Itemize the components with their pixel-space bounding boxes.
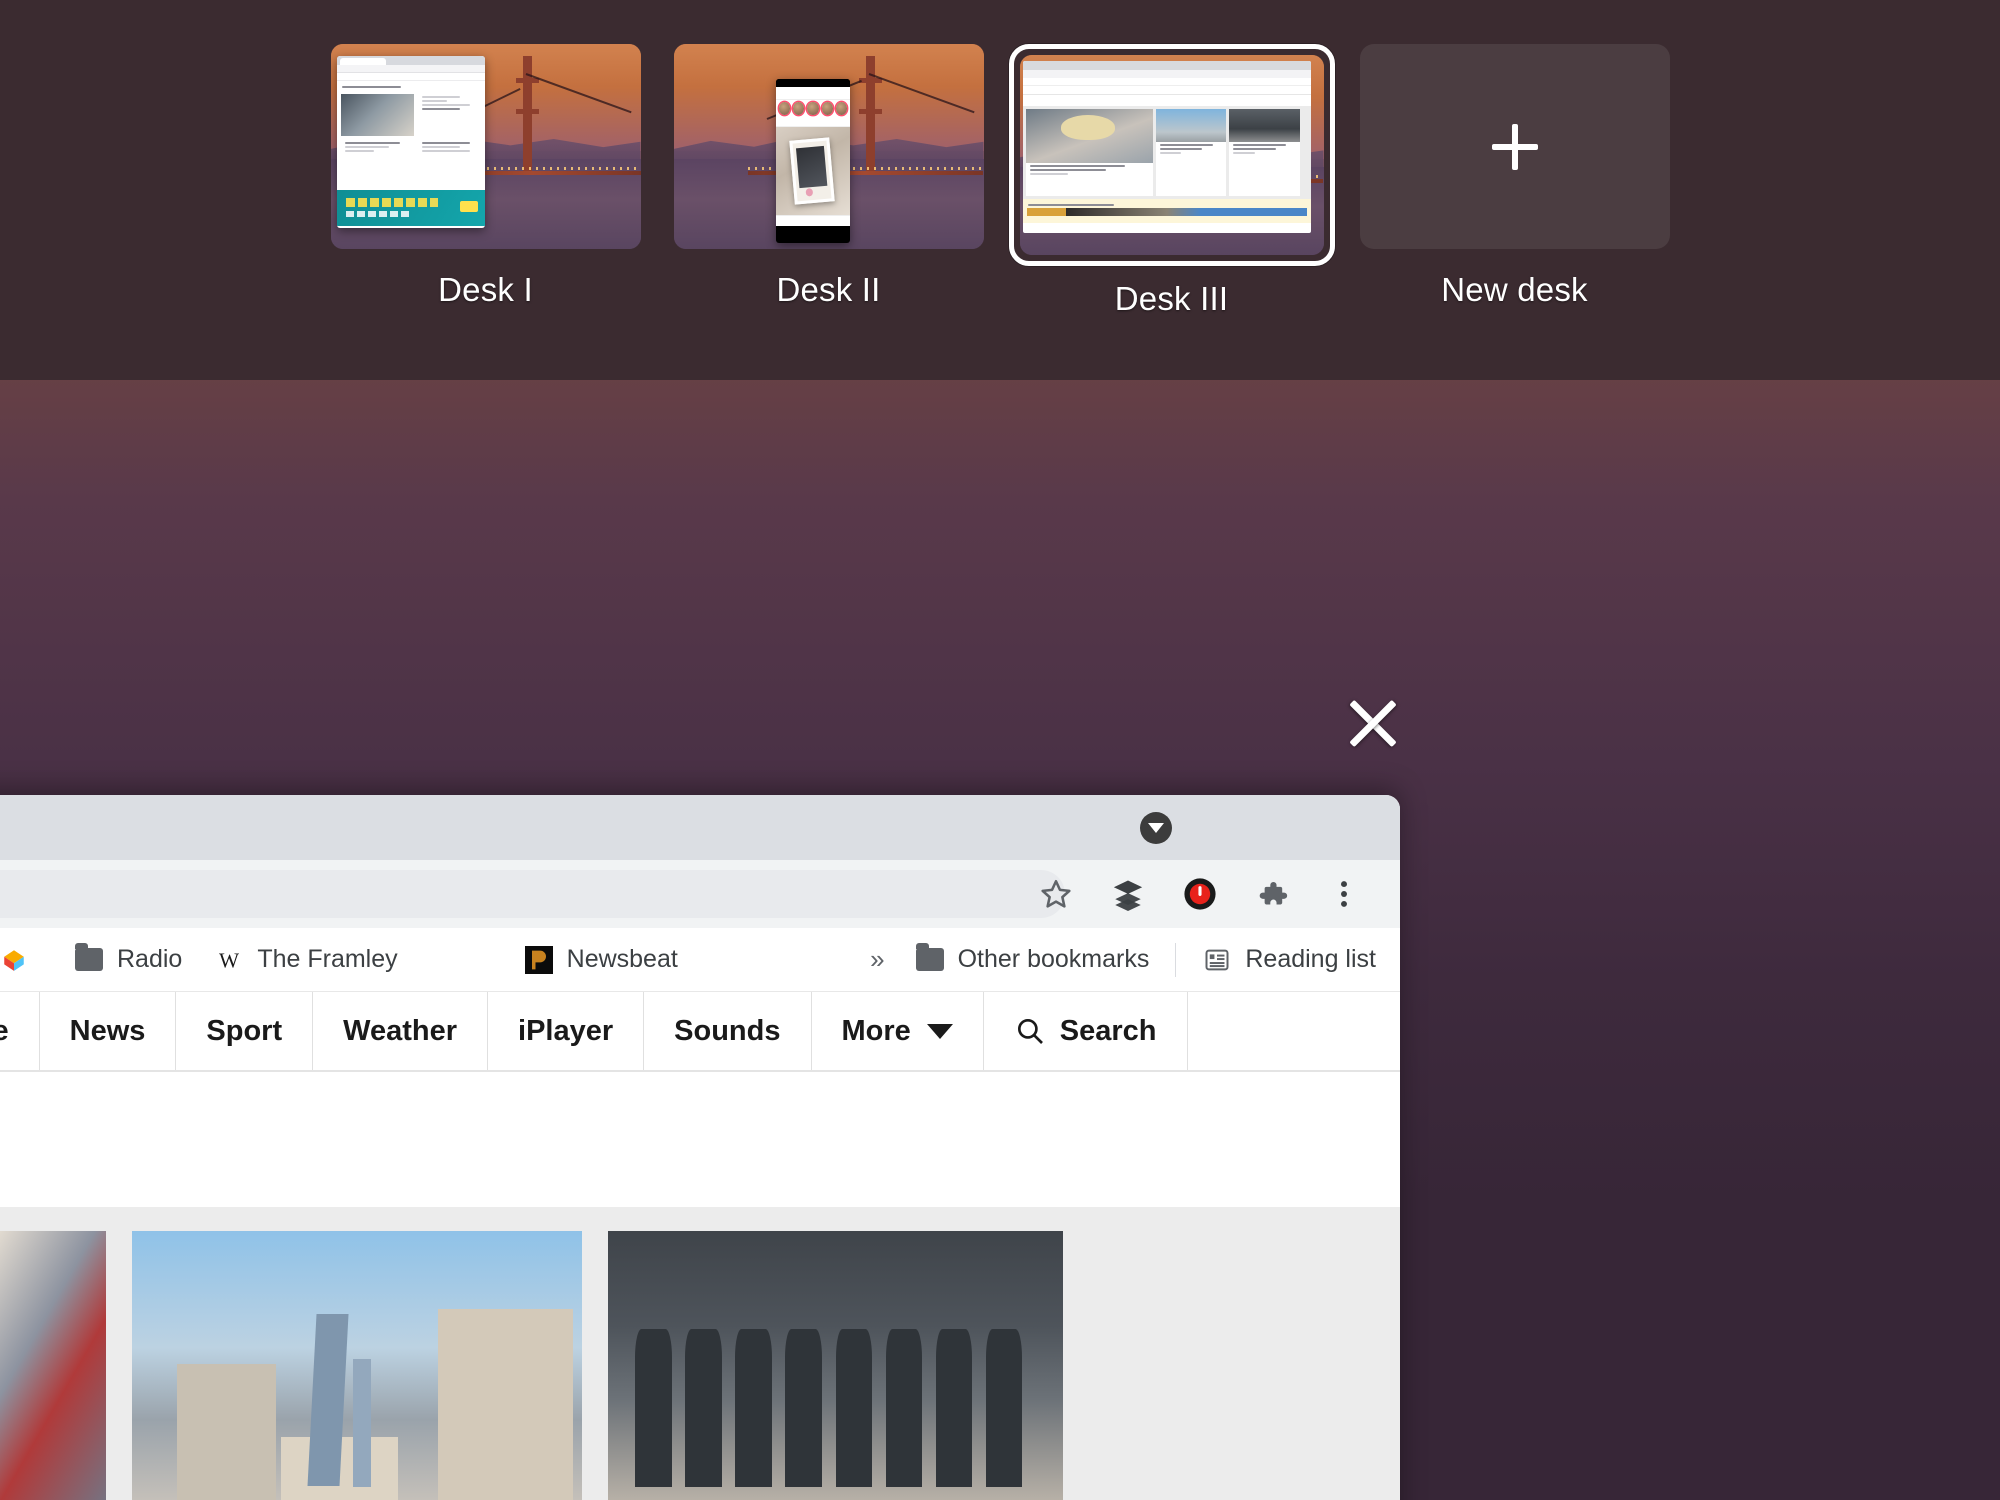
desk-thumbnail-2[interactable]	[673, 44, 984, 249]
reading-list-button[interactable]: Reading list	[1186, 938, 1392, 982]
more-vertical-icon[interactable]	[1326, 876, 1362, 912]
desk2-phone-preview	[775, 78, 851, 243]
story-cards-region	[0, 1207, 1400, 1500]
nav-item-sounds[interactable]: Sounds	[644, 992, 812, 1070]
plus-icon	[1491, 123, 1538, 170]
desk-label-1: Desk I	[438, 271, 533, 308]
bookmarks-bar: Radio W The Framley Newsbeat » Other boo…	[0, 928, 1400, 992]
bookmark-other-bookmarks[interactable]: Other bookmarks	[899, 938, 1166, 982]
browser-window: Radio W The Framley Newsbeat » Other boo…	[0, 795, 1400, 1500]
table-row[interactable]	[608, 1231, 1063, 1500]
bookmark-star-icon[interactable]	[1038, 876, 1074, 912]
wikipedia-w-icon: W	[214, 945, 244, 975]
browser-toolbar	[0, 860, 1400, 928]
story-image-2	[132, 1231, 582, 1500]
nav-label: Sport	[206, 1014, 283, 1047]
desk-item-2[interactable]: Desk II	[657, 44, 1000, 309]
new-desk-label: New desk	[1441, 271, 1588, 308]
nav-label: Sounds	[674, 1014, 781, 1047]
desk-label-2: Desk II	[776, 271, 881, 308]
svg-text:W: W	[219, 948, 240, 972]
desk1-window-preview	[336, 56, 486, 229]
app-chip-icon	[0, 945, 29, 975]
layers-icon[interactable]	[1110, 876, 1146, 912]
nav-label: Weather	[343, 1014, 458, 1047]
nav-item-sport[interactable]: Sport	[176, 992, 314, 1070]
close-icon[interactable]	[1345, 695, 1401, 751]
chevron-down-icon	[926, 1023, 953, 1039]
nav-item-weather[interactable]: Weather	[313, 992, 489, 1070]
reading-list-label: Reading list	[1245, 945, 1376, 973]
search-icon	[1014, 1015, 1046, 1047]
desk-item-3[interactable]: Desk III	[1000, 44, 1343, 318]
bookmarks-overflow-icon[interactable]: »	[856, 944, 898, 975]
table-row[interactable]	[0, 1231, 106, 1500]
desk-thumbnail-3-active[interactable]	[1008, 44, 1335, 266]
table-row[interactable]	[132, 1231, 582, 1500]
desk-switcher-bar: Desk I Desk II Desk III New desk	[0, 0, 2000, 380]
desk-thumbnail-1[interactable]	[330, 44, 641, 249]
record-icon[interactable]	[1182, 876, 1218, 912]
desk3-window-preview	[1022, 61, 1312, 233]
other-bookmarks-label: Other bookmarks	[957, 945, 1150, 973]
folder-icon	[74, 943, 104, 975]
nav-item-iplayer[interactable]: iPlayer	[488, 992, 645, 1070]
nav-item-news[interactable]: News	[40, 992, 177, 1070]
new-desk-button[interactable]	[1359, 44, 1670, 249]
address-bar[interactable]	[0, 870, 1065, 918]
nav-label: Search	[1059, 1014, 1157, 1047]
extensions-puzzle-icon[interactable]	[1254, 876, 1290, 912]
page-content-top	[0, 1072, 1400, 1207]
nav-label: News	[69, 1014, 146, 1047]
folder-icon	[915, 943, 945, 975]
nav-item-more[interactable]: More	[812, 992, 984, 1070]
chevron-down-circle-icon[interactable]	[1140, 812, 1172, 844]
bookmark-label: The Framley	[257, 945, 398, 973]
desk-item-1[interactable]: Desk I	[314, 44, 657, 309]
story-image-1	[0, 1231, 106, 1500]
bookmark-item-app-2[interactable]	[0, 938, 58, 982]
new-desk-item[interactable]: New desk	[1343, 44, 1686, 309]
desk-label-3: Desk III	[1114, 280, 1229, 317]
newsbeat-favicon	[524, 945, 554, 975]
bookmark-item-newsbeat[interactable]: Newsbeat	[508, 938, 694, 982]
nav-label: ome	[0, 1014, 9, 1047]
story-image-3	[608, 1231, 1063, 1500]
bookmark-item-the-framley[interactable]: W The Framley	[198, 938, 413, 982]
bookmark-item-radio[interactable]: Radio	[58, 938, 198, 982]
reading-list-icon	[1202, 945, 1232, 975]
bookmark-label: Newsbeat	[566, 945, 678, 973]
bookmark-label: Radio	[117, 945, 183, 973]
divider	[1175, 942, 1177, 977]
nav-item-home[interactable]: ome	[0, 992, 40, 1070]
tab-strip	[0, 795, 1400, 860]
desk-overview-screen: Desk I Desk II Desk III New desk Radio W…	[0, 0, 2000, 1500]
nav-label: More	[841, 1014, 911, 1047]
site-navigation: ome News Sport Weather iPlayer Sounds Mo…	[0, 992, 1400, 1072]
nav-item-search[interactable]: Search	[984, 992, 1188, 1070]
nav-label: iPlayer	[518, 1014, 614, 1047]
